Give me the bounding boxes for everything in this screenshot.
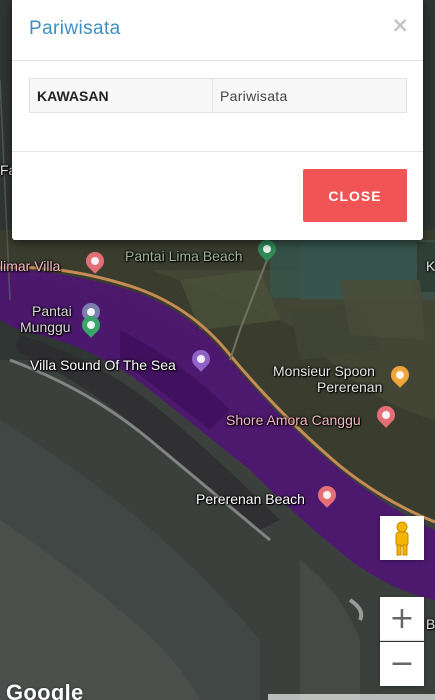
map-attribution-bar[interactable] bbox=[268, 694, 435, 700]
map-label-pererenan-beach[interactable]: Pererenan Beach bbox=[196, 491, 305, 507]
close-button[interactable]: CLOSE bbox=[303, 169, 407, 222]
info-modal: Pariwisata × KAWASAN Pariwisata CLOSE bbox=[12, 0, 423, 240]
map-label-edge-k: K bbox=[426, 258, 435, 274]
street-view-pegman-button[interactable] bbox=[380, 516, 424, 560]
zoom-out-button[interactable]: − bbox=[380, 642, 424, 686]
map-label-shore-amora[interactable]: Shore Amora Canggu bbox=[226, 412, 361, 428]
modal-title: Pariwisata bbox=[29, 18, 121, 39]
google-logo: Google bbox=[6, 680, 84, 700]
attribute-key-cell: KAWASAN bbox=[29, 78, 213, 113]
attribute-value-cell: Pariwisata bbox=[212, 78, 407, 113]
map-label-monsieur-spoon-area[interactable]: Pererenan bbox=[317, 379, 382, 395]
zoom-in-button[interactable]: + bbox=[380, 597, 424, 641]
pegman-icon bbox=[395, 521, 409, 556]
table-row: KAWASAN Pariwisata bbox=[29, 78, 407, 113]
map-label-limar-villa[interactable]: limar Villa bbox=[0, 258, 60, 274]
map-label-pantai[interactable]: Pantai bbox=[32, 303, 72, 319]
close-icon[interactable]: × bbox=[391, 13, 409, 37]
map-label-villa-sound[interactable]: Villa Sound Of The Sea bbox=[30, 357, 176, 373]
modal-header: Pariwisata × bbox=[12, 0, 423, 61]
modal-body: KAWASAN Pariwisata bbox=[12, 61, 423, 152]
map-label-monsieur-spoon[interactable]: Monsieur Spoon bbox=[273, 363, 375, 379]
map-label-munggu[interactable]: Munggu bbox=[20, 319, 71, 335]
modal-footer: CLOSE bbox=[12, 152, 423, 240]
map-label-pantai-lima[interactable]: Pantai Lima Beach bbox=[125, 248, 243, 264]
map-label-edge-b: B bbox=[426, 616, 435, 632]
attribute-table: KAWASAN Pariwisata bbox=[29, 78, 407, 113]
